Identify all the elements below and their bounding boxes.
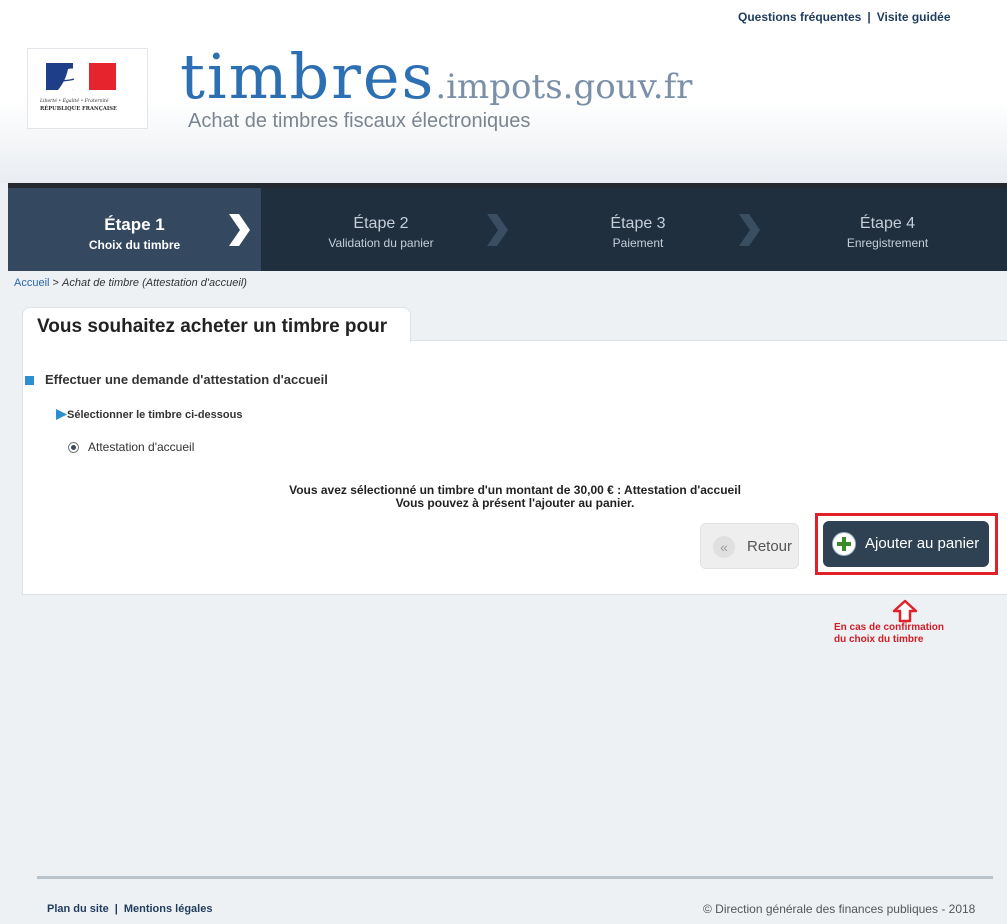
callout-annotation: En cas de confirmation du choix du timbr… xyxy=(834,622,994,646)
section-bullet-icon xyxy=(25,376,34,385)
breadcrumb-separator: > xyxy=(49,277,63,289)
steps-progress-bar: Étape 1 Choix du timbre Étape 2 Validati… xyxy=(8,183,1007,271)
legal-notice-link[interactable]: Mentions légales xyxy=(124,903,213,915)
logo-motto: Liberté • Égalité • Fraternité xyxy=(39,96,109,104)
brand-domain: .impots.gouv.fr xyxy=(435,67,693,107)
step-2-title: Étape 2 xyxy=(353,215,409,232)
up-arrow-icon xyxy=(892,599,918,623)
brand-name: timbres xyxy=(180,40,436,113)
sitemap-link[interactable]: Plan du site xyxy=(47,903,109,915)
panel-tab: Vous souhaitez acheter un timbre pour xyxy=(22,307,411,342)
logo-republic: RÉPUBLIQUE FRANÇAISE xyxy=(40,104,117,112)
add-to-cart-label: Ajouter au panier xyxy=(865,535,980,552)
step-1-title: Étape 1 xyxy=(104,215,165,234)
footer-links: Plan du site | Mentions légales xyxy=(47,903,212,915)
site-tagline: Achat de timbres fiscaux électroniques xyxy=(188,110,531,132)
marianne-logo-icon: Liberté • Égalité • Fraternité RÉPUBLIQU… xyxy=(39,63,117,112)
select-stamp-hint: Sélectionner le timbre ci-dessous xyxy=(67,409,243,421)
step-1: Étape 1 Choix du timbre xyxy=(8,188,261,271)
step-1-subtitle: Choix du timbre xyxy=(88,238,181,252)
annotation-line2: du choix du timbre xyxy=(834,634,924,645)
chevron-right-icon xyxy=(487,214,508,246)
copyright: © Direction générale des finances publiq… xyxy=(703,902,976,916)
step-2-subtitle: Validation du panier xyxy=(328,236,434,250)
triangle-right-icon xyxy=(56,409,67,420)
step-4-subtitle: Enregistrement xyxy=(846,236,929,250)
breadcrumb: Accueil > Achat de timbre (Attestation d… xyxy=(14,277,247,289)
plus-circle-icon xyxy=(833,533,855,555)
stamp-radio-button[interactable] xyxy=(68,442,79,453)
step-4: Étape 4 Enregistrement xyxy=(768,188,1007,271)
section-title: Effectuer une demande d'attestation d'ac… xyxy=(45,372,328,387)
add-to-cart-button[interactable]: Ajouter au panier xyxy=(823,521,989,567)
panel-title: Vous souhaitez acheter un timbre pour xyxy=(37,316,388,337)
footer-divider xyxy=(37,876,993,879)
footer-separator: | xyxy=(114,903,118,915)
step-3-subtitle: Paiement xyxy=(612,236,664,250)
step-4-title: Étape 4 xyxy=(859,215,916,232)
back-button-label: Retour xyxy=(747,538,793,555)
back-button[interactable]: « Retour xyxy=(700,523,799,569)
breadcrumb-home-link[interactable]: Accueil xyxy=(14,277,49,289)
top-links: Questions fréquentes | Visite guidée xyxy=(738,10,951,24)
republique-francaise-logo[interactable]: Liberté • Égalité • Fraternité RÉPUBLIQU… xyxy=(27,48,148,129)
guided-tour-link[interactable]: Visite guidée xyxy=(877,10,951,24)
breadcrumb-current: Achat de timbre (Attestation d'accueil) xyxy=(62,277,247,289)
header: Questions fréquentes | Visite guidée Liber… xyxy=(0,0,1007,183)
stamp-option-row[interactable]: Attestation d'accueil xyxy=(68,440,194,454)
stamp-option-label[interactable]: Attestation d'accueil xyxy=(88,440,194,454)
step-3: Étape 3 Paiement xyxy=(518,188,758,271)
faq-link[interactable]: Questions fréquentes xyxy=(738,10,861,24)
annotation-line1: En cas de confirmation xyxy=(834,622,945,633)
selection-message: Vous avez sélectionné un timbre d'un mon… xyxy=(260,484,770,510)
step-3-title: Étape 3 xyxy=(610,215,666,232)
selection-message-line2: Vous pouvez à présent l'ajouter au panie… xyxy=(395,496,635,510)
top-links-separator: | xyxy=(867,10,871,24)
chevron-right-icon xyxy=(229,214,250,246)
site-brand[interactable]: timbres.impots.gouv.fr xyxy=(180,40,692,113)
double-chevron-left-icon: « xyxy=(713,536,735,558)
chevron-right-icon xyxy=(739,214,760,246)
step-2: Étape 2 Validation du panier xyxy=(261,188,501,271)
